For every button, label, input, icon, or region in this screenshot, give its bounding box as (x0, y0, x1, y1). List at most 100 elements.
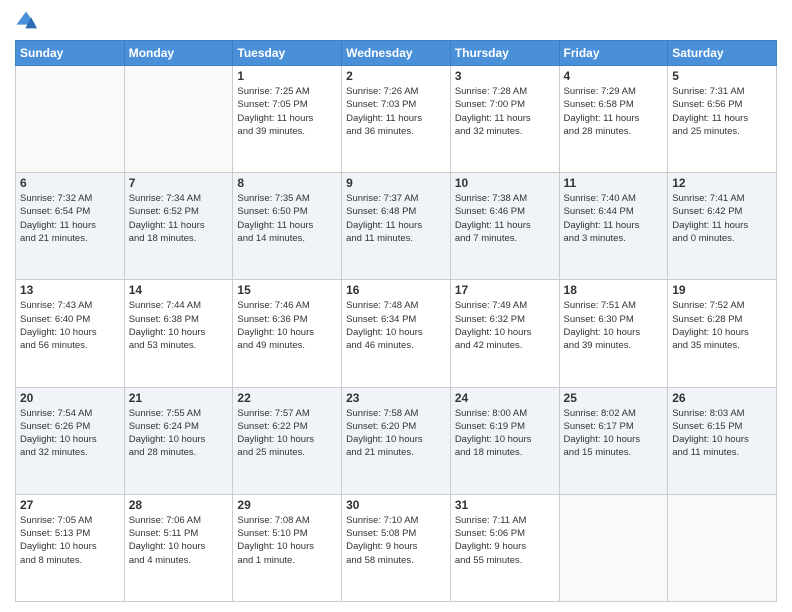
day-number: 9 (346, 176, 446, 190)
day-number: 16 (346, 283, 446, 297)
day-info: Sunrise: 7:52 AM Sunset: 6:28 PM Dayligh… (672, 299, 772, 352)
calendar-cell: 2 Sunrise: 7:26 AM Sunset: 7:03 PM Daylig… (342, 66, 451, 173)
weekday-header-monday: Monday (124, 41, 233, 66)
day-info: Sunrise: 7:05 AM Sunset: 5:13 PM Dayligh… (20, 514, 120, 567)
week-row-3: 13Sunrise: 7:43 AM Sunset: 6:40 PM Dayli… (16, 280, 777, 387)
day-number: 15 (237, 283, 337, 297)
day-number: 31 (455, 498, 555, 512)
day-number: 19 (672, 283, 772, 297)
day-number: 18 (564, 283, 664, 297)
calendar-cell: 29Sunrise: 7:08 AM Sunset: 5:10 PM Dayli… (233, 494, 342, 601)
day-number: 26 (672, 391, 772, 405)
calendar-cell: 3 Sunrise: 7:28 AM Sunset: 7:00 PM Daylig… (450, 66, 559, 173)
day-info: Sunrise: 7:49 AM Sunset: 6:32 PM Dayligh… (455, 299, 555, 352)
day-info: Sunrise: 7:29 AM Sunset: 6:58 PM Dayligh… (564, 85, 664, 138)
day-number: 20 (20, 391, 120, 405)
day-number: 5 (672, 69, 772, 83)
calendar-cell (124, 66, 233, 173)
day-info: Sunrise: 7:54 AM Sunset: 6:26 PM Dayligh… (20, 407, 120, 460)
day-info: Sunrise: 7:40 AM Sunset: 6:44 PM Dayligh… (564, 192, 664, 245)
day-info: Sunrise: 7:46 AM Sunset: 6:36 PM Dayligh… (237, 299, 337, 352)
calendar-header-row: SundayMondayTuesdayWednesdayThursdayFrid… (16, 41, 777, 66)
weekday-header-saturday: Saturday (668, 41, 777, 66)
calendar-cell: 17Sunrise: 7:49 AM Sunset: 6:32 PM Dayli… (450, 280, 559, 387)
calendar-cell: 16 Sunrise: 7:48 AM Sunset: 6:34 PM Dayli… (342, 280, 451, 387)
header (15, 10, 777, 32)
calendar-cell: 25 Sunrise: 8:02 AM Sunset: 6:17 PM Dayli… (559, 387, 668, 494)
day-number: 7 (129, 176, 229, 190)
day-number: 22 (237, 391, 337, 405)
calendar-cell: 28 Sunrise: 7:06 AM Sunset: 5:11 PM Dayli… (124, 494, 233, 601)
day-number: 12 (672, 176, 772, 190)
day-info: Sunrise: 8:00 AM Sunset: 6:19 PM Dayligh… (455, 407, 555, 460)
day-number: 1 (237, 69, 337, 83)
week-row-1: 1 Sunrise: 7:25 AM Sunset: 7:05 PM Daylig… (16, 66, 777, 173)
day-number: 11 (564, 176, 664, 190)
day-info: Sunrise: 7:35 AM Sunset: 6:50 PM Dayligh… (237, 192, 337, 245)
week-row-2: 6Sunrise: 7:32 AM Sunset: 6:54 PM Daylig… (16, 173, 777, 280)
calendar-cell: 21Sunrise: 7:55 AM Sunset: 6:24 PM Dayli… (124, 387, 233, 494)
calendar-cell: 14Sunrise: 7:44 AM Sunset: 6:38 PM Dayli… (124, 280, 233, 387)
day-info: Sunrise: 8:02 AM Sunset: 6:17 PM Dayligh… (564, 407, 664, 460)
calendar-cell (668, 494, 777, 601)
day-info: Sunrise: 7:25 AM Sunset: 7:05 PM Dayligh… (237, 85, 337, 138)
day-number: 28 (129, 498, 229, 512)
calendar-cell: 7Sunrise: 7:34 AM Sunset: 6:52 PM Daylig… (124, 173, 233, 280)
calendar-cell: 18 Sunrise: 7:51 AM Sunset: 6:30 PM Dayli… (559, 280, 668, 387)
weekday-header-sunday: Sunday (16, 41, 125, 66)
logo (15, 10, 41, 32)
day-number: 4 (564, 69, 664, 83)
week-row-5: 27 Sunrise: 7:05 AM Sunset: 5:13 PM Dayli… (16, 494, 777, 601)
calendar-cell: 1 Sunrise: 7:25 AM Sunset: 7:05 PM Daylig… (233, 66, 342, 173)
calendar-cell: 31 Sunrise: 7:11 AM Sunset: 5:06 PM Dayli… (450, 494, 559, 601)
calendar-cell (16, 66, 125, 173)
calendar-cell: 22 Sunrise: 7:57 AM Sunset: 6:22 PM Dayli… (233, 387, 342, 494)
day-info: Sunrise: 7:11 AM Sunset: 5:06 PM Dayligh… (455, 514, 555, 567)
day-number: 29 (237, 498, 337, 512)
day-number: 27 (20, 498, 120, 512)
calendar: SundayMondayTuesdayWednesdayThursdayFrid… (15, 40, 777, 602)
day-number: 23 (346, 391, 446, 405)
day-number: 10 (455, 176, 555, 190)
calendar-cell: 13Sunrise: 7:43 AM Sunset: 6:40 PM Dayli… (16, 280, 125, 387)
day-number: 14 (129, 283, 229, 297)
day-number: 24 (455, 391, 555, 405)
day-info: Sunrise: 7:51 AM Sunset: 6:30 PM Dayligh… (564, 299, 664, 352)
calendar-cell: 12 Sunrise: 7:41 AM Sunset: 6:42 PM Dayli… (668, 173, 777, 280)
calendar-cell: 5Sunrise: 7:31 AM Sunset: 6:56 PM Daylig… (668, 66, 777, 173)
day-info: Sunrise: 7:41 AM Sunset: 6:42 PM Dayligh… (672, 192, 772, 245)
day-info: Sunrise: 7:57 AM Sunset: 6:22 PM Dayligh… (237, 407, 337, 460)
calendar-cell (559, 494, 668, 601)
calendar-cell: 30 Sunrise: 7:10 AM Sunset: 5:08 PM Dayli… (342, 494, 451, 601)
day-info: Sunrise: 7:06 AM Sunset: 5:11 PM Dayligh… (129, 514, 229, 567)
calendar-cell: 15 Sunrise: 7:46 AM Sunset: 6:36 PM Dayli… (233, 280, 342, 387)
weekday-header-wednesday: Wednesday (342, 41, 451, 66)
logo-icon (15, 10, 37, 32)
day-number: 2 (346, 69, 446, 83)
calendar-cell: 19 Sunrise: 7:52 AM Sunset: 6:28 PM Dayli… (668, 280, 777, 387)
weekday-header-tuesday: Tuesday (233, 41, 342, 66)
day-info: Sunrise: 7:26 AM Sunset: 7:03 PM Dayligh… (346, 85, 446, 138)
day-info: Sunrise: 7:37 AM Sunset: 6:48 PM Dayligh… (346, 192, 446, 245)
day-info: Sunrise: 7:32 AM Sunset: 6:54 PM Dayligh… (20, 192, 120, 245)
calendar-cell: 26 Sunrise: 8:03 AM Sunset: 6:15 PM Dayli… (668, 387, 777, 494)
day-number: 13 (20, 283, 120, 297)
calendar-cell: 27 Sunrise: 7:05 AM Sunset: 5:13 PM Dayli… (16, 494, 125, 601)
day-info: Sunrise: 7:58 AM Sunset: 6:20 PM Dayligh… (346, 407, 446, 460)
day-info: Sunrise: 7:48 AM Sunset: 6:34 PM Dayligh… (346, 299, 446, 352)
page: SundayMondayTuesdayWednesdayThursdayFrid… (0, 0, 792, 612)
calendar-cell: 24 Sunrise: 8:00 AM Sunset: 6:19 PM Dayli… (450, 387, 559, 494)
weekday-header-friday: Friday (559, 41, 668, 66)
day-info: Sunrise: 7:55 AM Sunset: 6:24 PM Dayligh… (129, 407, 229, 460)
day-number: 25 (564, 391, 664, 405)
day-number: 3 (455, 69, 555, 83)
calendar-cell: 6Sunrise: 7:32 AM Sunset: 6:54 PM Daylig… (16, 173, 125, 280)
calendar-cell: 23 Sunrise: 7:58 AM Sunset: 6:20 PM Dayli… (342, 387, 451, 494)
calendar-cell: 20 Sunrise: 7:54 AM Sunset: 6:26 PM Dayli… (16, 387, 125, 494)
day-info: Sunrise: 7:10 AM Sunset: 5:08 PM Dayligh… (346, 514, 446, 567)
day-info: Sunrise: 7:38 AM Sunset: 6:46 PM Dayligh… (455, 192, 555, 245)
day-number: 30 (346, 498, 446, 512)
day-info: Sunrise: 8:03 AM Sunset: 6:15 PM Dayligh… (672, 407, 772, 460)
week-row-4: 20 Sunrise: 7:54 AM Sunset: 6:26 PM Dayli… (16, 387, 777, 494)
day-info: Sunrise: 7:28 AM Sunset: 7:00 PM Dayligh… (455, 85, 555, 138)
